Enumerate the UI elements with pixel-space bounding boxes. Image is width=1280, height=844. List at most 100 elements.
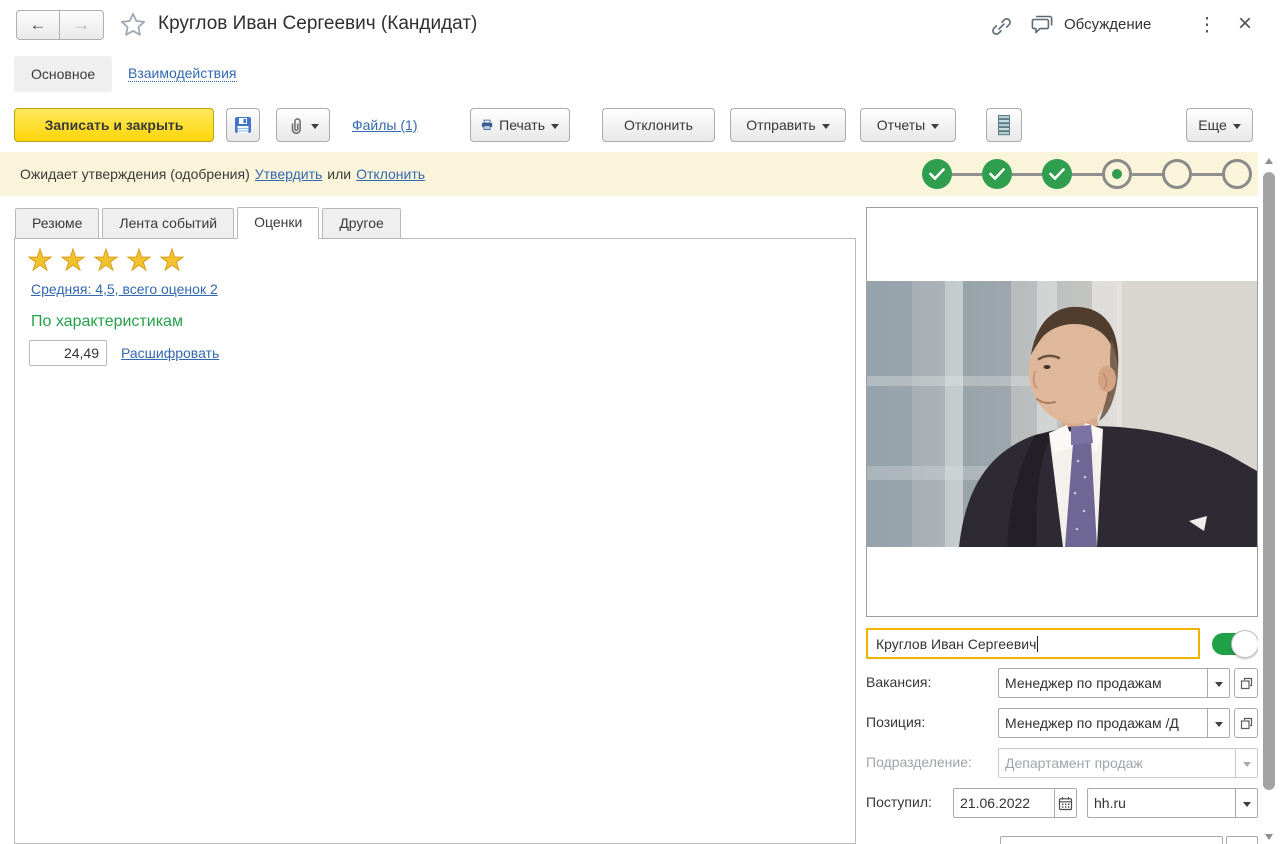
department-row: Подразделение: — [866, 748, 1258, 778]
step-5-pending-icon — [1162, 159, 1192, 189]
approval-progress-stepper — [922, 159, 1252, 189]
copy-link-button[interactable] — [988, 13, 1014, 39]
candidate-name-input[interactable]: Круглов Иван Сергеевич — [866, 628, 1200, 659]
text-caret — [1037, 635, 1039, 652]
reject-button[interactable]: Отклонить — [602, 108, 715, 142]
position-row: Позиция: — [866, 708, 1258, 738]
step-connector — [1132, 172, 1162, 176]
department-input — [999, 749, 1235, 777]
vacancy-open-button[interactable] — [1234, 668, 1258, 698]
status-conjunction: или — [327, 166, 352, 182]
reject-link[interactable]: Отклонить — [356, 166, 425, 182]
vacancy-combo[interactable] — [998, 668, 1230, 698]
step-2-done-icon — [982, 159, 1012, 189]
send-button[interactable]: Отправить — [730, 108, 846, 142]
calendar-icon — [1058, 796, 1073, 810]
star-rating[interactable]: ★ ★ ★ ★ ★ — [27, 243, 192, 278]
ratings-tab-panel: ★ ★ ★ ★ ★ Средняя: 4,5, всего оценок 2 По ха… — [14, 238, 856, 844]
star-icon[interactable]: ★ — [126, 245, 153, 278]
scroll-up-arrow-icon[interactable] — [1265, 158, 1273, 164]
save-and-close-button[interactable]: Записать и закрыть — [14, 108, 214, 142]
step-1-done-icon — [922, 159, 952, 189]
favorite-star-icon[interactable] — [119, 11, 147, 39]
star-icon[interactable]: ★ — [159, 245, 186, 278]
received-date-input[interactable] — [954, 789, 1054, 817]
files-link[interactable]: Файлы (1) — [352, 117, 417, 133]
related-documents-button[interactable] — [986, 108, 1022, 142]
candidate-card-window: ← → Круглов Иван Сергеевич (Кандидат) Об… — [0, 0, 1280, 844]
step-6-pending-icon — [1222, 159, 1252, 189]
partial-button[interactable] — [1226, 836, 1258, 844]
more-label: Еще — [1198, 117, 1227, 133]
star-icon[interactable]: ★ — [27, 245, 54, 278]
reports-button[interactable]: Отчеты — [860, 108, 956, 142]
calendar-picker-button[interactable] — [1054, 789, 1076, 817]
candidate-photo-image — [867, 281, 1257, 547]
decode-link[interactable]: Расшифровать — [121, 345, 219, 361]
approve-link[interactable]: Утвердить — [255, 166, 323, 182]
save-button[interactable] — [226, 108, 260, 142]
star-icon[interactable]: ★ — [93, 245, 120, 278]
department-dropdown-button — [1235, 749, 1257, 777]
vacancy-label: Вакансия: — [866, 674, 932, 690]
position-dropdown-button[interactable] — [1207, 709, 1229, 737]
paperclip-icon — [291, 118, 301, 135]
print-button[interactable]: Печать — [470, 108, 570, 142]
tab-resume[interactable]: Резюме — [15, 208, 100, 239]
source-dropdown-button[interactable] — [1235, 789, 1257, 817]
source-input[interactable] — [1088, 789, 1235, 817]
dropdown-caret-icon — [1214, 681, 1223, 687]
average-rating-link[interactable]: Средняя: 4,5, всего оценок 2 — [31, 281, 218, 297]
discussion-button[interactable]: Обсуждение — [1030, 13, 1151, 36]
next-row-partial — [866, 836, 1258, 844]
scrollbar-thumb[interactable] — [1263, 172, 1275, 790]
position-input[interactable] — [999, 709, 1207, 737]
close-button[interactable]: × — [1232, 10, 1258, 38]
dropdown-caret-icon — [931, 123, 940, 129]
characteristics-score-input[interactable] — [29, 340, 107, 366]
floppy-disk-icon — [235, 117, 251, 133]
candidate-photo[interactable] — [866, 207, 1258, 617]
star-icon[interactable]: ★ — [60, 245, 87, 278]
department-combo — [998, 748, 1258, 778]
tab-events[interactable]: Лента событий — [102, 208, 235, 239]
back-arrow-icon: ← — [29, 15, 47, 34]
dropdown-caret-icon — [551, 123, 559, 129]
characteristics-heading: По характеристикам — [31, 313, 183, 330]
tab-ratings[interactable]: Оценки — [237, 207, 320, 239]
scroll-down-arrow-icon[interactable] — [1265, 834, 1273, 840]
source-combo[interactable] — [1087, 788, 1258, 818]
step-4-current-icon — [1102, 159, 1132, 189]
candidate-name-value: Круглов Иван Сергеевич — [876, 635, 1037, 652]
vertical-scrollbar[interactable] — [1262, 154, 1276, 844]
vacancy-input[interactable] — [999, 669, 1207, 697]
received-label: Поступил: — [866, 794, 932, 810]
tab-other[interactable]: Другое — [322, 208, 401, 239]
more-button[interactable]: Еще — [1186, 108, 1253, 142]
active-toggle[interactable] — [1212, 630, 1258, 658]
dropdown-caret-icon — [821, 123, 830, 129]
page-title: Круглов Иван Сергеевич (Кандидат) — [158, 13, 478, 34]
link-icon — [991, 17, 1011, 35]
dropdown-caret-icon — [1242, 761, 1251, 767]
status-message: Ожидает утверждения (одобрения) — [20, 166, 250, 182]
nav-link-interactions[interactable]: Взаимодействия — [128, 65, 237, 82]
kebab-menu-button[interactable]: ⋮ — [1196, 12, 1218, 38]
dropdown-caret-icon — [1232, 123, 1241, 129]
received-date-field[interactable] — [953, 788, 1077, 818]
back-button[interactable]: ← — [16, 10, 60, 40]
dropdown-caret-icon — [311, 123, 319, 129]
received-row: Поступил: — [866, 788, 1258, 818]
reports-label: Отчеты — [876, 117, 926, 133]
step-connector — [1012, 172, 1042, 176]
position-combo[interactable] — [998, 708, 1230, 738]
open-form-icon — [1240, 717, 1252, 729]
attachments-button[interactable] — [276, 108, 330, 142]
position-open-button[interactable] — [1234, 708, 1258, 738]
discussion-bubble-icon — [1031, 15, 1053, 34]
nav-tab-main[interactable]: Основное — [14, 56, 113, 92]
vacancy-dropdown-button[interactable] — [1207, 669, 1229, 697]
discussion-label: Обсуждение — [1064, 16, 1152, 33]
forward-button[interactable]: → — [60, 10, 104, 40]
partial-input[interactable] — [1000, 836, 1223, 844]
